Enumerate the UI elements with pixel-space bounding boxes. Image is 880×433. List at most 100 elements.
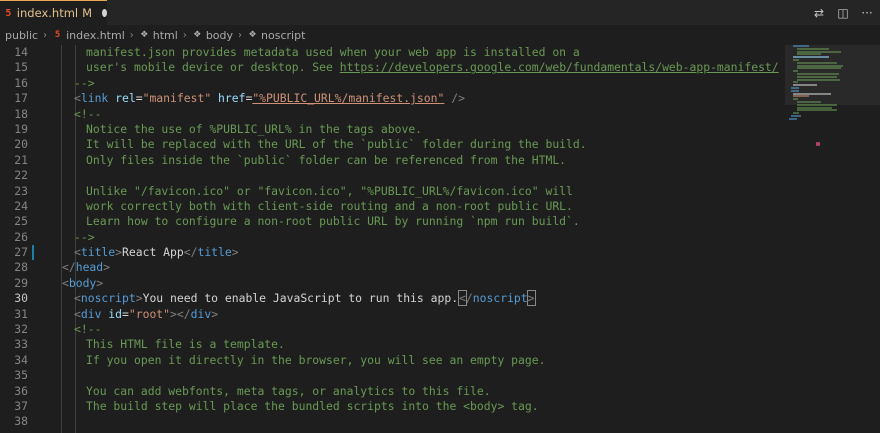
more-actions-icon[interactable]: ··· [860, 6, 874, 20]
minimap-line [797, 109, 837, 112]
tab-index-html[interactable]: 5 index.html M [0, 0, 107, 25]
code-line[interactable]: 18 <!-- [0, 107, 785, 122]
line-number: 38 [14, 414, 28, 429]
line-number: 24 [14, 198, 28, 213]
line-number: 25 [14, 214, 28, 229]
code-line[interactable]: 28 </head> [0, 260, 785, 275]
chevron-right-icon: › [182, 29, 187, 41]
line-number: 30 [14, 291, 28, 306]
modified-badge: M [82, 6, 93, 20]
minimap-line [797, 47, 829, 50]
line-number: 20 [14, 137, 28, 152]
code-line[interactable]: 31 <div id="root"></div> [0, 307, 785, 322]
code-line[interactable]: 23 Unlike "/favicon.ico" or "favicon.ico"… [0, 184, 785, 199]
tab-bar: 5 index.html M ⇄ ◫ ··· [0, 0, 880, 25]
minimap[interactable] [785, 45, 880, 433]
code-line[interactable]: 37 The build step will place the bundled … [0, 399, 785, 414]
minimap-line [797, 61, 837, 64]
tab-label: index.html [16, 6, 79, 20]
chevron-right-icon: › [238, 29, 243, 41]
code-line-active[interactable]: 30 <noscript>You need to enable JavaScrip… [0, 290, 785, 307]
minimap-line [793, 81, 798, 84]
manifest-doc-link[interactable]: https://developers.google.com/web/fundam… [340, 60, 779, 74]
line-number: 29 [14, 275, 28, 290]
breadcrumb-body[interactable]: ❖ body [192, 29, 233, 42]
code-line[interactable]: 15 user's mobile device or desktop. See h… [0, 60, 785, 75]
minimap-line [793, 59, 800, 61]
minimap-line [797, 106, 833, 109]
breadcrumb-file[interactable]: 5 index.html [52, 29, 125, 42]
code-line[interactable]: 27 <title>React App</title> [0, 245, 785, 261]
line-number: 27 [14, 245, 28, 260]
minimap-line [797, 78, 841, 81]
minimap-line [797, 67, 841, 70]
line-number: 35 [14, 368, 28, 383]
unsaved-dot-icon[interactable] [102, 9, 107, 17]
minimap-line [797, 101, 821, 103]
symbol-tag-icon: ❖ [140, 30, 149, 40]
line-number: 19 [14, 121, 28, 136]
code-line[interactable]: 36 You can add webfonts, meta tags, or an… [0, 384, 785, 399]
code-line[interactable]: 24 work correctly both with client-side r… [0, 199, 785, 214]
manifest-href[interactable]: "%PUBLIC_URL%/manifest.json" [252, 91, 444, 105]
symbol-tag-icon: ❖ [193, 30, 202, 40]
code-line[interactable]: 32 <!-- [0, 322, 785, 337]
minimap-line [791, 89, 799, 92]
minimap-line [797, 64, 844, 67]
scroll-marker [816, 142, 820, 146]
minimap-line [791, 115, 801, 117]
line-number: 23 [14, 183, 28, 198]
line-number: 33 [14, 337, 28, 352]
minimap-line [793, 45, 809, 47]
minimap-line [789, 117, 797, 120]
line-number: 14 [14, 45, 28, 59]
editor-actions: ⇄ ◫ ··· [812, 0, 874, 25]
code-editor[interactable]: 14 manifest.json provides metadata used w… [0, 45, 785, 433]
line-number: 26 [14, 229, 28, 244]
modified-line-marker [32, 245, 34, 261]
minimap-line [797, 75, 837, 78]
minimap-line [793, 98, 798, 101]
line-number: 17 [14, 91, 28, 106]
split-editor-icon[interactable]: ◫ [836, 6, 850, 20]
breadcrumb-public[interactable]: public [5, 29, 38, 42]
minimap-line [793, 56, 829, 59]
line-number: 22 [14, 168, 28, 183]
code-line[interactable]: 19 Notice the use of %PUBLIC_URL% in the … [0, 122, 785, 137]
line-number: 32 [14, 322, 28, 337]
minimap-line [793, 112, 800, 115]
code-line[interactable]: 29 <body> [0, 276, 785, 291]
code-line[interactable]: 17 <link rel="manifest" href="%PUBLIC_URL… [0, 91, 785, 106]
breadcrumb: public › 5 index.html › ❖ html › ❖ body › ❖… [0, 26, 880, 44]
code-line[interactable]: 35 [0, 368, 785, 383]
minimap-line [793, 70, 798, 73]
line-number: 18 [14, 106, 28, 121]
minimap-line [797, 53, 821, 56]
minimap-line [793, 92, 832, 95]
code-line[interactable]: 25 Learn how to configure a non-root publ… [0, 214, 785, 229]
chevron-right-icon: › [43, 29, 48, 41]
line-number: 34 [14, 352, 28, 367]
minimap-line [791, 87, 799, 89]
code-line[interactable]: 34 If you open it directly in the browser… [0, 353, 785, 368]
code-line[interactable]: 16 --> [0, 76, 785, 91]
minimap-line [793, 84, 817, 87]
html5-icon: 5 [5, 7, 12, 19]
minimap-line [797, 73, 839, 75]
code-line[interactable]: 33 This HTML file is a template. [0, 337, 785, 352]
line-number: 36 [14, 383, 28, 398]
breadcrumb-html[interactable]: ❖ html [139, 29, 178, 42]
code-line[interactable]: 14 manifest.json provides metadata used w… [0, 45, 785, 60]
minimap-line [797, 50, 841, 53]
line-number: 21 [14, 152, 28, 167]
code-line[interactable]: 21 Only files inside the `public` folder … [0, 153, 785, 168]
breadcrumb-noscript[interactable]: ❖ noscript [247, 29, 306, 42]
code-line[interactable]: 38 [0, 414, 785, 429]
open-changes-icon[interactable]: ⇄ [812, 6, 826, 20]
code-line[interactable]: 22 [0, 168, 785, 183]
minimap-line [793, 95, 809, 98]
code-line[interactable]: 20 It will be replaced with the URL of th… [0, 137, 785, 152]
line-number: 28 [14, 260, 28, 275]
line-number: 37 [14, 398, 28, 413]
code-line[interactable]: 26 --> [0, 230, 785, 245]
